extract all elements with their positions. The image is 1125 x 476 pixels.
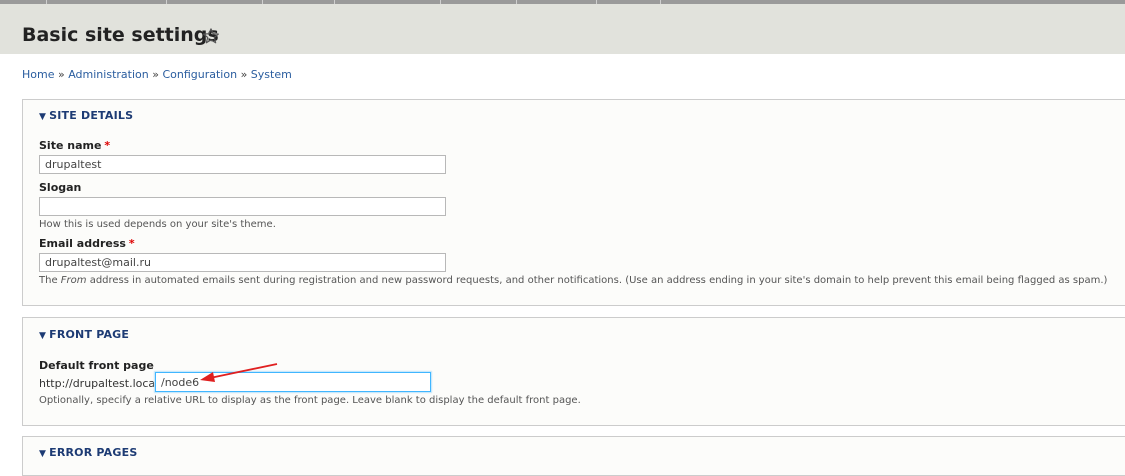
breadcrumb-configuration[interactable]: Configuration: [162, 68, 237, 81]
email-label-text: Email address: [39, 237, 126, 250]
triangle-down-icon: ▼: [39, 112, 47, 122]
annotation-arrow-icon: [200, 363, 278, 382]
star-icon[interactable]: [202, 27, 220, 45]
triangle-down-icon: ▼: [39, 331, 47, 341]
site-details-fieldset: ▼SITE DETAILS Site name* Slogan How this…: [22, 99, 1125, 306]
front-page-description: Optionally, specify a relative URL to di…: [39, 395, 581, 406]
default-front-page-label: Default front page: [39, 359, 154, 372]
slogan-label: Slogan: [39, 181, 82, 194]
error-pages-legend: ERROR PAGES: [49, 446, 138, 459]
site-name-input[interactable]: [39, 155, 446, 174]
breadcrumb-separator: »: [152, 68, 159, 81]
site-name-label: Site name *: [39, 139, 110, 152]
error-pages-toggle[interactable]: ▼ ERROR PAGES: [39, 446, 137, 459]
front-page-url-prefix: http://drupaltest.local: [39, 377, 159, 390]
email-description-pre: The: [39, 275, 61, 286]
front-page-fieldset: ▼ FRONT PAGE Default front page http://dr…: [22, 317, 1125, 426]
email-label: Email address *: [39, 237, 135, 250]
breadcrumb-separator: »: [240, 68, 248, 81]
site-details-legend: SITE DETAILS: [49, 109, 134, 122]
breadcrumb-separator: »: [57, 68, 65, 81]
site-details-toggle[interactable]: ▼ SITE DETAILS: [39, 109, 133, 122]
default-front-page-input[interactable]: [155, 372, 431, 392]
required-marker: *: [104, 139, 111, 152]
page-title: Basic site settings: [22, 24, 219, 46]
slogan-description: How this is used depends on your site's …: [39, 219, 276, 230]
slogan-input[interactable]: [39, 197, 446, 216]
breadcrumb-administration[interactable]: Administration: [68, 68, 149, 81]
breadcrumb: Home » Administration » Configuration » …: [22, 68, 292, 82]
email-description-post: address in automated emails sent during …: [86, 275, 1108, 286]
breadcrumb-home[interactable]: Home: [22, 68, 54, 81]
email-description-em: From: [60, 275, 87, 286]
error-pages-fieldset: ▼ ERROR PAGES: [22, 436, 1125, 476]
email-input[interactable]: [39, 253, 446, 272]
front-page-legend: FRONT PAGE: [49, 328, 130, 341]
site-name-label-text: Site name: [39, 139, 102, 152]
breadcrumb-system[interactable]: System: [251, 68, 292, 81]
front-page-toggle[interactable]: ▼ FRONT PAGE: [39, 328, 129, 341]
email-description: The From address in automated emails sen…: [39, 275, 1107, 286]
required-marker: *: [128, 237, 135, 250]
